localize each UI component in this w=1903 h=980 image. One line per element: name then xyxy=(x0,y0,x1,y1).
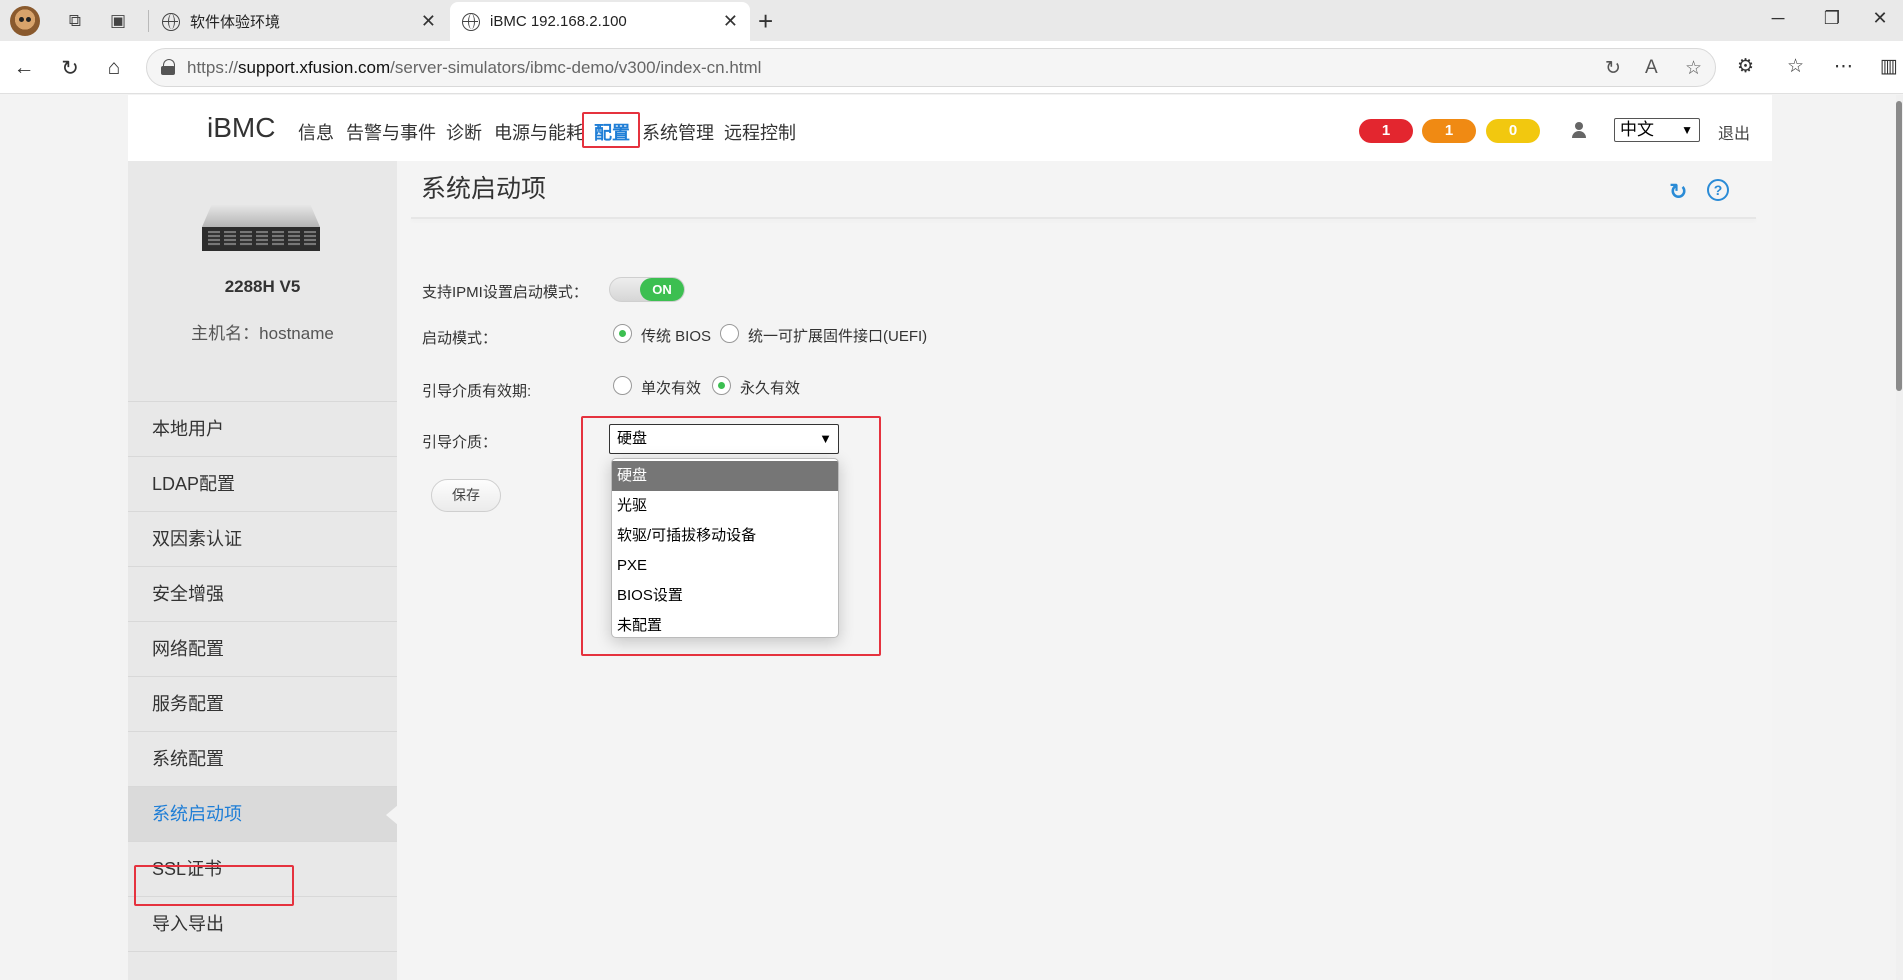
restore-button[interactable]: ❐ xyxy=(1812,8,1852,29)
reload-icon[interactable]: ↻ xyxy=(56,54,84,82)
new-tab-button[interactable]: + xyxy=(758,6,773,37)
validity-permanent-radio[interactable] xyxy=(712,376,731,395)
extensions-icon[interactable]: ⚙ xyxy=(1737,55,1754,78)
boot-mode-legacy-label[interactable]: 传统 BIOS xyxy=(641,325,711,346)
boot-mode-uefi-label[interactable]: 统一可扩展固件接口(UEFI) xyxy=(748,325,927,346)
critical-alarm-badge[interactable]: 1 xyxy=(1359,119,1413,143)
sidebar-item-network[interactable]: 网络配置 xyxy=(128,621,397,676)
sidebar-item-two-factor[interactable]: 双因素认证 xyxy=(128,511,397,566)
ipmi-boot-label: 支持IPMI设置启动模式： xyxy=(422,284,588,301)
boot-options-panel: 系统启动项 ↻ ? 支持IPMI设置启动模式： ON 启动模式： 传统 BIOS… xyxy=(397,161,1772,980)
config-sidebar: 2288H V5 主机名：hostname 本地用户 LDAP配置 双因素认证 … xyxy=(128,161,398,980)
nav-system-management[interactable]: 系统管理 xyxy=(642,119,714,145)
chevron-down-icon: ▼ xyxy=(1681,123,1693,137)
tab-close-icon[interactable]: ✕ xyxy=(421,11,436,32)
boot-mode-label: 启动模式： xyxy=(422,330,498,347)
sidebar-item-security[interactable]: 安全增强 xyxy=(128,566,397,621)
language-select[interactable]: 中文 ▼ xyxy=(1614,118,1700,142)
validity-once-label[interactable]: 单次有效 xyxy=(641,377,701,398)
toggle-state: ON xyxy=(640,278,684,301)
major-alarm-badge[interactable]: 1 xyxy=(1422,119,1476,143)
tab-title: 软件体验环境 xyxy=(190,14,281,31)
nav-diagnosis[interactable]: 诊断 xyxy=(446,119,482,145)
nav-remote-control[interactable]: 远程控制 xyxy=(724,119,796,145)
read-aloud-icon[interactable]: A xyxy=(1645,57,1658,79)
logout-link[interactable]: 退出 xyxy=(1718,120,1750,144)
sidebar-item-system-config[interactable]: 系统配置 xyxy=(128,731,397,786)
title-divider xyxy=(411,217,1756,219)
sidebar-item-more[interactable] xyxy=(128,951,397,980)
server-model: 2288H V5 xyxy=(224,277,301,296)
sidebar-item-services[interactable]: 服务配置 xyxy=(128,676,397,731)
boot-media-label: 引导介质： xyxy=(422,434,498,451)
workspaces-icon[interactable]: ⧉ xyxy=(62,8,88,34)
browser-tab-2[interactable]: iBMC 192.168.2.100 ✕ xyxy=(450,2,750,41)
server-image xyxy=(202,205,320,255)
minor-alarm-badge[interactable]: 0 xyxy=(1486,119,1540,143)
boot-mode-legacy-radio[interactable] xyxy=(613,324,632,343)
hostname-line: 主机名：hostname xyxy=(191,324,334,343)
profile-avatar[interactable] xyxy=(10,6,40,36)
refresh-icon[interactable]: ↻ xyxy=(1669,179,1687,205)
favorites-icon[interactable]: ☆ xyxy=(1787,55,1804,78)
help-icon[interactable]: ? xyxy=(1707,179,1729,201)
nav-info[interactable]: 信息 xyxy=(298,119,334,145)
address-toolbar: ← ↻ ⌂ https://support.xfusion.com/server… xyxy=(0,41,1903,94)
tab-title: iBMC 192.168.2.100 xyxy=(490,13,627,30)
minimize-button[interactable]: ─ xyxy=(1758,8,1798,29)
back-icon[interactable]: ← xyxy=(10,54,38,82)
url-bar[interactable]: https://support.xfusion.com/server-simul… xyxy=(146,48,1716,87)
page-viewport: iBMC 信息 告警与事件 诊断 电源与能耗 配置 系统管理 远程控制 1 1 … xyxy=(0,95,1903,980)
ibmc-page: iBMC 信息 告警与事件 诊断 电源与能耗 配置 系统管理 远程控制 1 1 … xyxy=(128,95,1772,980)
validity-permanent-label[interactable]: 永久有效 xyxy=(740,377,800,398)
language-value: 中文 xyxy=(1620,120,1654,139)
page-title: 系统启动项 xyxy=(421,175,547,203)
sidebar-item-local-users[interactable]: 本地用户 xyxy=(128,401,397,456)
scrollbar-thumb[interactable] xyxy=(1896,101,1902,391)
ibmc-header: iBMC 信息 告警与事件 诊断 电源与能耗 配置 系统管理 远程控制 1 1 … xyxy=(128,95,1772,161)
ipmi-boot-toggle[interactable]: ON xyxy=(609,277,685,302)
sidebar-item-boot-options[interactable]: 系统启动项 xyxy=(128,786,398,841)
nav-alarms-events[interactable]: 告警与事件 xyxy=(346,119,436,145)
boot-mode-uefi-radio[interactable] xyxy=(720,324,739,343)
lock-icon[interactable] xyxy=(161,59,175,75)
page-scrollbar[interactable] xyxy=(1896,95,1903,980)
highlight-box xyxy=(581,416,881,656)
validity-label: 引导介质有效期: xyxy=(422,383,532,400)
user-icon[interactable] xyxy=(1571,122,1587,138)
sidebar-toggle-icon[interactable]: ▥ xyxy=(1880,55,1898,78)
tab-close-icon[interactable]: ✕ xyxy=(723,11,738,32)
globe-icon xyxy=(462,12,480,31)
tab-separator xyxy=(148,10,149,32)
validity-once-radio[interactable] xyxy=(613,376,632,395)
nav-power[interactable]: 电源与能耗 xyxy=(494,119,584,145)
browser-tab-bar: ⧉ ▣ 软件体验环境 ✕ iBMC 192.168.2.100 ✕ + ─ ❐ … xyxy=(0,0,1903,41)
highlight-box xyxy=(134,865,294,906)
browser-tab-1[interactable]: 软件体验环境 ✕ xyxy=(150,2,448,41)
highlight-box xyxy=(582,112,640,148)
tab-actions-icon[interactable]: ▣ xyxy=(105,8,131,34)
favorite-star-icon[interactable]: ☆ xyxy=(1685,57,1702,80)
more-menu-icon[interactable]: ⋯ xyxy=(1834,55,1853,78)
url-text[interactable]: https://support.xfusion.com/server-simul… xyxy=(187,58,761,78)
home-icon[interactable]: ⌂ xyxy=(100,54,128,82)
ibmc-logo: iBMC xyxy=(207,112,276,143)
sidebar-item-ldap[interactable]: LDAP配置 xyxy=(128,456,397,511)
save-button[interactable]: 保存 xyxy=(431,479,501,512)
refresh-page-icon[interactable]: ↻ xyxy=(1605,57,1621,80)
globe-icon xyxy=(162,12,180,31)
close-window-button[interactable]: ✕ xyxy=(1860,8,1900,29)
